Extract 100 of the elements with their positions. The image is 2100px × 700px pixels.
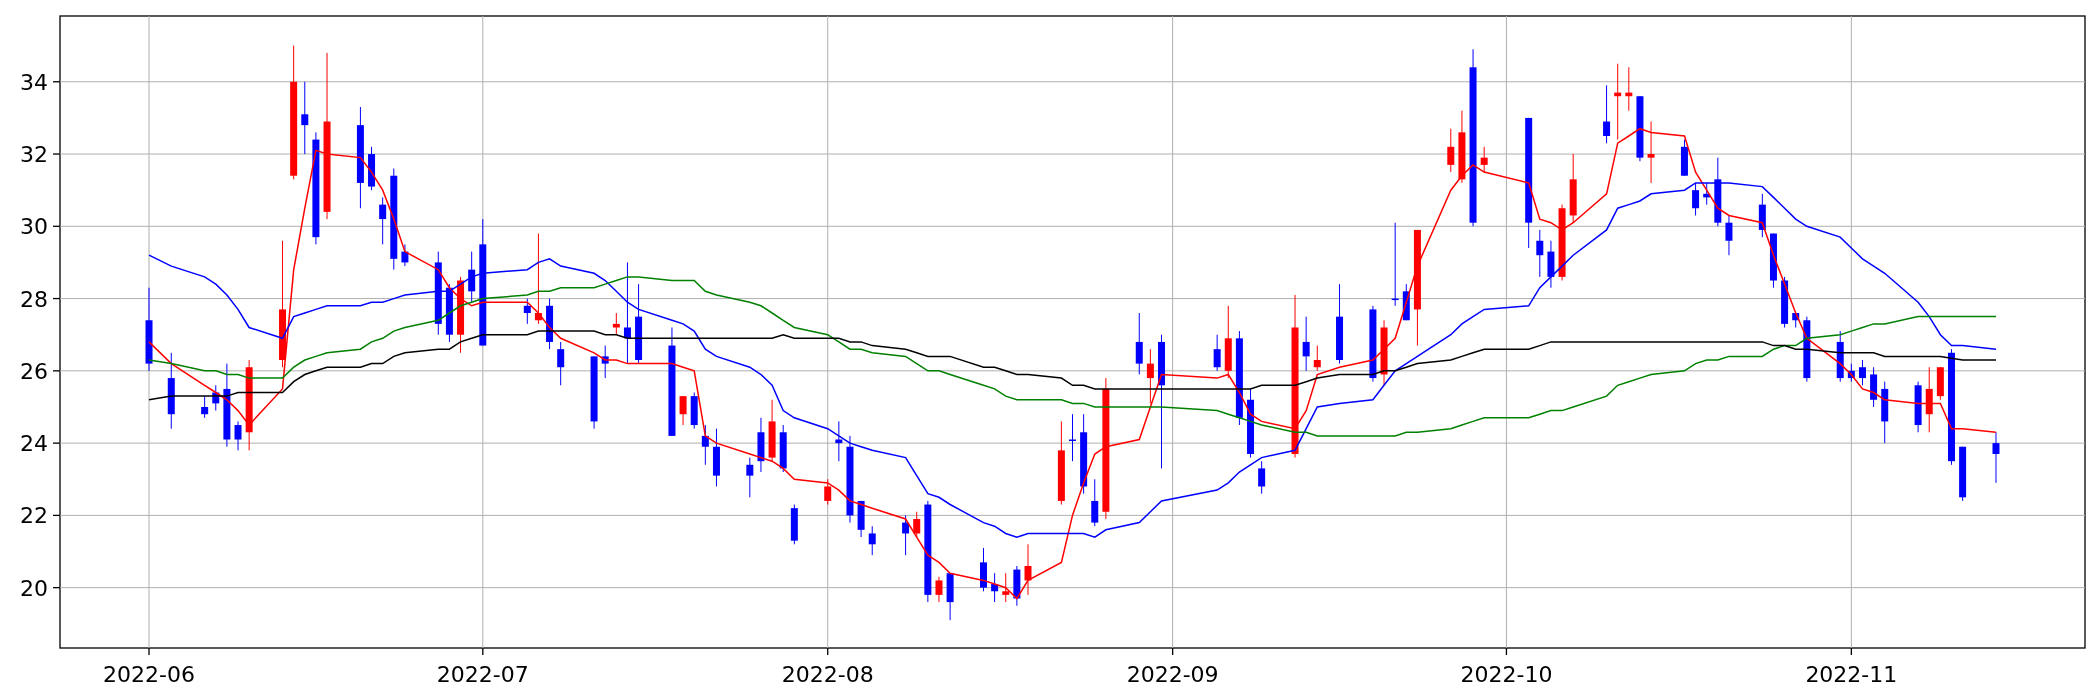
candlestick: [913, 511, 921, 538]
tick-mark: [52, 225, 61, 227]
candlestick: [1380, 319, 1388, 386]
candlestick: [1858, 359, 1866, 386]
tick-mark: [1172, 647, 1174, 656]
candlestick: [1247, 388, 1254, 459]
candlestick: [1013, 565, 1021, 607]
tick-mark: [1850, 647, 1852, 656]
candlestick: [935, 576, 943, 603]
candlestick: [1992, 431, 2000, 484]
candlestick: [779, 424, 787, 473]
y-tick-label: 30: [20, 214, 48, 240]
candlestick: [1002, 572, 1010, 603]
tick-mark: [52, 153, 61, 155]
candlestick: [379, 196, 387, 245]
x-tick-label: 2022-11: [1805, 662, 1898, 687]
candlestick: [201, 395, 209, 419]
candlestick: [557, 341, 565, 386]
candlestick: [902, 514, 910, 556]
tick-mark: [482, 647, 484, 656]
candlestick: [1069, 413, 1076, 462]
candlestick: [757, 417, 765, 473]
candlestick: [1836, 330, 1844, 383]
tick-mark: [52, 370, 61, 372]
candlestick: [746, 457, 754, 498]
candlestick: [991, 572, 999, 603]
candlestick: [1625, 66, 1633, 112]
candlestick: [546, 298, 554, 350]
candlestick: [1914, 381, 1922, 433]
candlestick: [690, 392, 698, 430]
candlestick: [1547, 240, 1555, 289]
candlestick: [1647, 121, 1655, 184]
candlestick: [1213, 334, 1221, 372]
candlestick: [835, 420, 843, 462]
tick-mark: [52, 81, 61, 83]
candlestick: [523, 298, 531, 325]
candlestick: [1959, 446, 1967, 502]
tick-mark: [1505, 647, 1508, 656]
candlestick: [468, 251, 476, 303]
candlestick: [1480, 146, 1488, 173]
candlestick: [1847, 363, 1855, 383]
y-tick-label: 20: [20, 575, 48, 601]
candlestick: [368, 146, 376, 191]
candlestick: [1680, 139, 1688, 177]
candlestick: [1447, 128, 1455, 173]
tick-mark: [827, 647, 829, 656]
candlestick: [701, 424, 709, 466]
candlestick: [1536, 229, 1544, 278]
candlestick: [1091, 478, 1099, 527]
candlestick: [790, 504, 798, 545]
tick-mark: [52, 587, 61, 589]
y-tick-label: 22: [20, 503, 48, 529]
candlestick: [1313, 345, 1321, 372]
candlestick: [1881, 381, 1889, 444]
y-tick-label: 26: [20, 358, 48, 384]
candlestick: [1258, 460, 1266, 495]
candlestick: [1714, 157, 1722, 227]
candlestick: [1024, 543, 1032, 596]
candlestick: [1603, 84, 1611, 144]
candlestick: [601, 345, 609, 379]
tick-mark: [148, 647, 150, 656]
candlestick: [1792, 312, 1800, 328]
tick-mark: [52, 442, 61, 444]
y-tick-label: 28: [20, 286, 48, 312]
candlestick: [1870, 366, 1878, 408]
candlestick: [1402, 283, 1410, 321]
candlestick: [768, 399, 776, 462]
candlestick: [1692, 182, 1700, 216]
candlestick: [679, 395, 687, 426]
candlestick: [212, 384, 220, 412]
y-tick-label: 32: [20, 142, 48, 168]
x-tick-label: 2022-08: [781, 662, 874, 687]
candlestick: [1925, 366, 1933, 433]
candlestick: [1725, 214, 1733, 256]
candlestick: [1302, 316, 1310, 372]
candlestick: [234, 420, 242, 451]
candlestick: [1135, 312, 1143, 375]
candlestick: [1703, 182, 1711, 206]
candlestick: [1758, 193, 1766, 238]
tick-mark: [52, 514, 61, 517]
candlestick: [857, 500, 865, 538]
x-tick-label: 2022-07: [436, 662, 529, 687]
candlestick: [1936, 366, 1944, 401]
candlestick: [1769, 233, 1777, 289]
candlestick: [1569, 153, 1577, 224]
candlestick: [712, 428, 720, 487]
x-tick-label: 2022-06: [103, 662, 195, 687]
candlestick: [401, 243, 409, 267]
candlestick: [980, 547, 987, 592]
candlestick: [824, 478, 832, 506]
x-tick-label: 2022-10: [1460, 662, 1553, 687]
candlestick: [1781, 276, 1789, 328]
x-tick-label: 2022-09: [1126, 662, 1219, 687]
y-tick-label: 34: [20, 69, 48, 95]
candlestick: [445, 283, 453, 343]
candlestick: [868, 525, 876, 556]
tick-mark: [52, 297, 61, 300]
candlestick: [1146, 348, 1154, 404]
y-tick-label: 24: [20, 431, 48, 457]
candlestick: [612, 312, 620, 336]
